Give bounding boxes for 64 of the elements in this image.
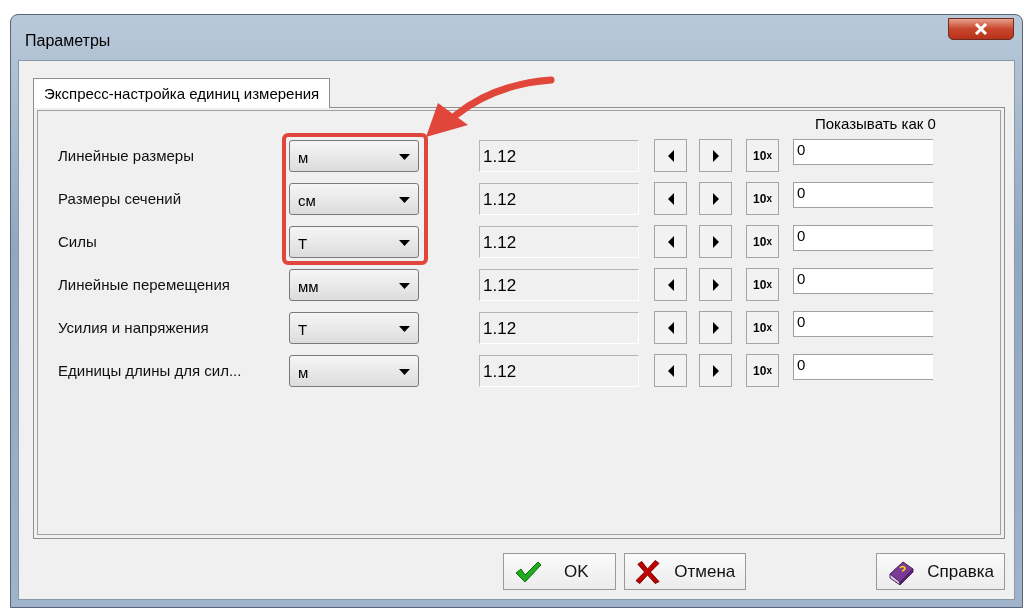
field-label: Линейные размеры [58,147,195,164]
cancel-button[interactable]: Отмена [624,553,747,590]
sample-value-field: 1.12 [479,311,639,344]
unit-dropdown[interactable]: м [289,139,419,172]
left-triangle-icon [666,191,675,206]
decrease-button[interactable] [654,268,687,301]
unit-dropdown[interactable]: Т [289,225,419,258]
zero-threshold-field[interactable]: 0 [793,354,933,380]
column-header: Показывать как 0 [815,115,937,134]
zero-threshold-field[interactable]: 0 [793,225,933,251]
close-icon [974,23,988,35]
sample-value-field: 1.12 [479,225,639,258]
window-title: Параметры [25,32,111,50]
left-triangle-icon [666,320,675,335]
decrease-button[interactable] [654,311,687,344]
ok-button[interactable]: OK [503,553,617,590]
field-label: Линейные перемещения [58,276,231,293]
unit-dropdown[interactable]: Т [289,311,419,344]
field-label: Усилия и напряжения [58,319,210,336]
close-button[interactable] [948,18,1014,40]
decrease-button[interactable] [654,139,687,172]
increase-button[interactable] [699,139,732,172]
tab[interactable]: Экспресс-настройка единиц измерения [33,78,331,108]
decrease-button[interactable] [654,182,687,215]
sample-value-field: 1.12 [479,354,639,387]
dropdown-caret-icon [399,369,410,375]
left-triangle-icon [666,277,675,292]
increase-button[interactable] [699,225,732,258]
zero-threshold-field[interactable]: 0 [793,311,933,337]
left-triangle-icon [666,148,675,163]
dropdown-caret-icon [399,154,410,160]
right-triangle-icon [711,148,720,163]
help-button[interactable]: Справка [876,553,1005,590]
right-triangle-icon [711,320,720,335]
increase-button[interactable] [699,311,732,344]
right-triangle-icon [711,191,720,206]
increase-button[interactable] [699,268,732,301]
checkmark-icon [514,559,542,584]
unit-dropdown[interactable]: см [289,182,419,215]
dropdown-caret-icon [399,197,410,203]
field-label: Размеры сечений [58,190,183,207]
cross-icon [635,558,661,585]
increase-button[interactable] [699,182,732,215]
dropdown-caret-icon [399,283,410,289]
sample-value-field: 1.12 [479,139,639,172]
right-triangle-icon [711,277,720,292]
zero-threshold-field[interactable]: 0 [793,139,933,165]
decrease-button[interactable] [654,354,687,387]
sample-value-field: 1.12 [479,182,639,215]
dropdown-caret-icon [399,326,410,332]
zero-threshold-field[interactable]: 0 [793,268,933,294]
field-label: Силы [58,233,98,250]
field-label: Единицы длины для сил... [58,362,243,379]
sample-value-field: 1.12 [479,268,639,301]
decrease-button[interactable] [654,225,687,258]
zero-threshold-field[interactable]: 0 [793,182,933,208]
increase-button[interactable] [699,354,732,387]
left-triangle-icon [666,363,675,378]
unit-dropdown[interactable]: м [289,354,419,387]
right-triangle-icon [711,234,720,249]
unit-dropdown[interactable]: мм [289,268,419,301]
dropdown-caret-icon [399,240,410,246]
right-triangle-icon [711,363,720,378]
left-triangle-icon [666,234,675,249]
